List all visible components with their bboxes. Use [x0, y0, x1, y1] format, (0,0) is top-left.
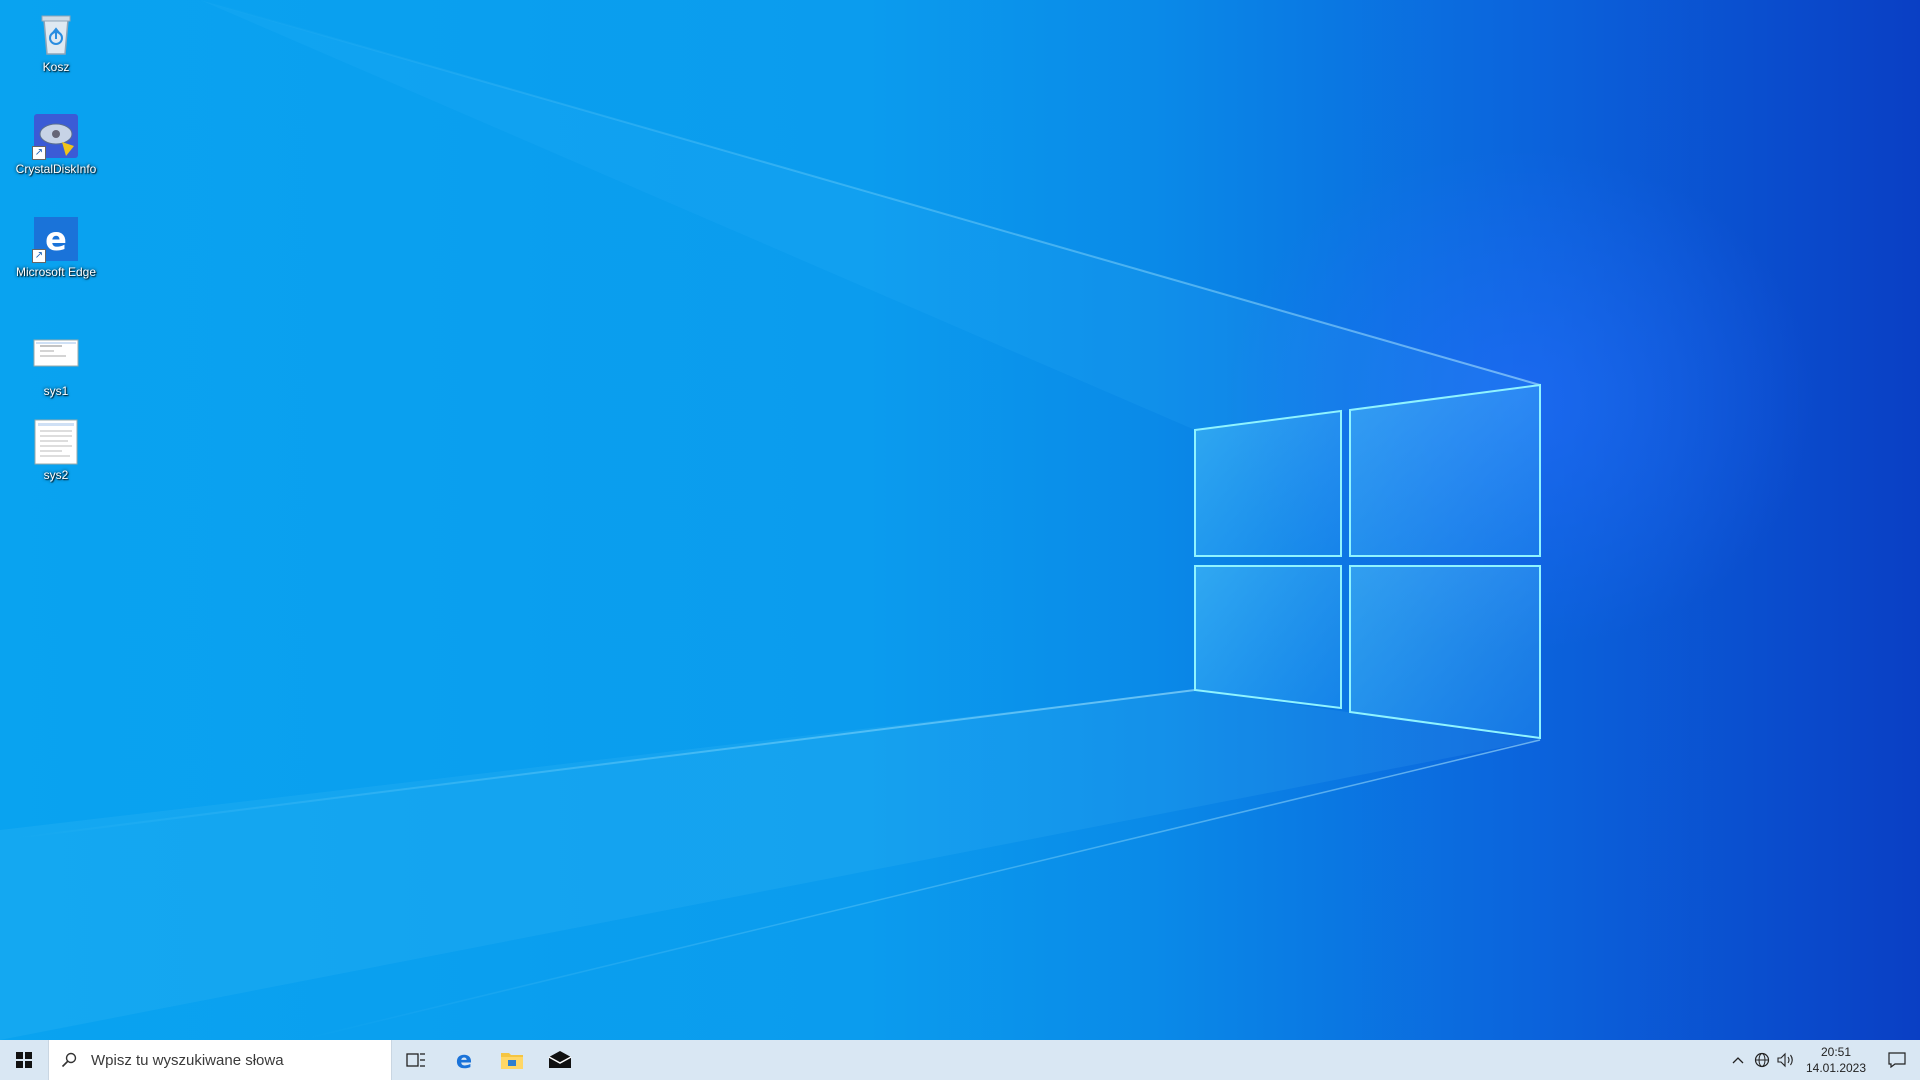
taskbar-edge-button[interactable]: e: [440, 1040, 488, 1080]
recycle-bin-icon: [32, 10, 80, 58]
image-file-icon: [32, 418, 80, 466]
taskbar: e: [0, 1040, 1920, 1080]
desktop-icon-crystaldiskinfo[interactable]: ↗ CrystalDiskInfo: [8, 106, 104, 176]
clock[interactable]: 20:51 14.01.2023: [1804, 1044, 1868, 1076]
desktop-icon-label: CrystalDiskInfo: [15, 162, 97, 176]
notification-icon: [1888, 1052, 1906, 1068]
volume-icon[interactable]: [1774, 1040, 1798, 1080]
desktop[interactable]: Kosz ↗ CrystalDiskInfo e ↗ Microsoft Edg…: [0, 0, 1920, 1040]
desktop-icon-recycle-bin[interactable]: Kosz: [8, 4, 104, 74]
mail-icon: [548, 1051, 572, 1068]
crystaldiskinfo-icon: ↗: [32, 112, 80, 160]
system-tray: 20:51 14.01.2023: [1726, 1040, 1920, 1080]
desktop-icon-sys2[interactable]: sys2: [8, 412, 104, 482]
task-view-icon: [406, 1053, 425, 1067]
desktop-icon-label: sys2: [43, 468, 69, 482]
taskbar-file-explorer-button[interactable]: [488, 1040, 536, 1080]
desktop-icon-microsoft-edge[interactable]: e ↗ Microsoft Edge: [8, 209, 104, 279]
search-input[interactable]: [89, 1050, 373, 1070]
shortcut-arrow-icon: ↗: [32, 146, 46, 160]
action-center-button[interactable]: [1874, 1040, 1920, 1080]
image-file-icon: [32, 334, 80, 382]
search-icon: [61, 1052, 83, 1068]
svg-text:e: e: [45, 220, 67, 258]
desktop-icon-label: Kosz: [42, 60, 70, 74]
clock-time: 20:51: [1820, 1045, 1852, 1059]
edge-icon: e: [456, 1048, 472, 1072]
search-box[interactable]: [48, 1040, 392, 1080]
clock-date: 14.01.2023: [1805, 1061, 1867, 1075]
windows-logo-icon: [16, 1052, 32, 1068]
taskbar-mail-button[interactable]: [536, 1040, 584, 1080]
start-button[interactable]: [0, 1040, 48, 1080]
network-globe-icon[interactable]: [1750, 1040, 1774, 1080]
edge-icon: e ↗: [32, 215, 80, 263]
shortcut-arrow-icon: ↗: [32, 249, 46, 263]
svg-text:e: e: [456, 1048, 472, 1072]
windows-logo-wallpaper: [0, 0, 1541, 1040]
desktop-icon-sys1[interactable]: sys1: [8, 328, 104, 398]
desktop-icon-label: Microsoft Edge: [15, 265, 97, 279]
desktop-icon-label: sys1: [43, 384, 69, 398]
chevron-up-icon[interactable]: [1726, 1040, 1750, 1080]
task-view-button[interactable]: [392, 1040, 440, 1080]
file-explorer-icon: [501, 1053, 523, 1069]
